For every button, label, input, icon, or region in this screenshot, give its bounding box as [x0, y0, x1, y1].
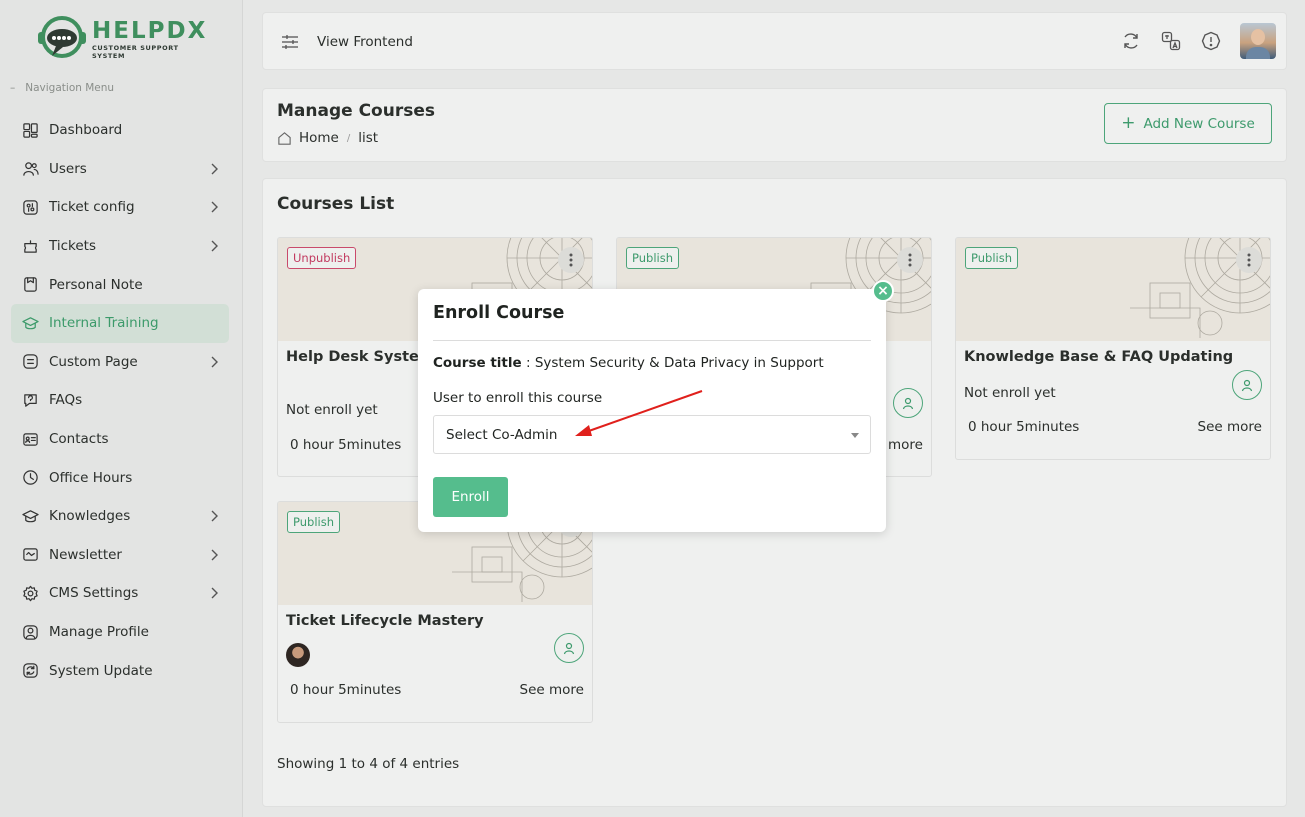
- caret-down-icon: [851, 433, 859, 438]
- course-title-label: Course title: [433, 355, 522, 371]
- enroll-course-modal: × Enroll Course Course title : System Se…: [418, 280, 894, 532]
- modal-divider: [433, 340, 871, 341]
- co-admin-select[interactable]: Select Co-Admin: [433, 415, 871, 454]
- modal-title: Enroll Course: [433, 303, 565, 323]
- close-icon[interactable]: ×: [872, 280, 894, 302]
- course-title-line: Course title : System Security & Data Pr…: [433, 355, 824, 371]
- course-title-value: System Security & Data Privacy in Suppor…: [534, 355, 824, 371]
- user-select-label: User to enroll this course: [433, 390, 603, 406]
- enroll-button[interactable]: Enroll: [433, 477, 508, 517]
- co-admin-select-value: Select Co-Admin: [446, 427, 558, 443]
